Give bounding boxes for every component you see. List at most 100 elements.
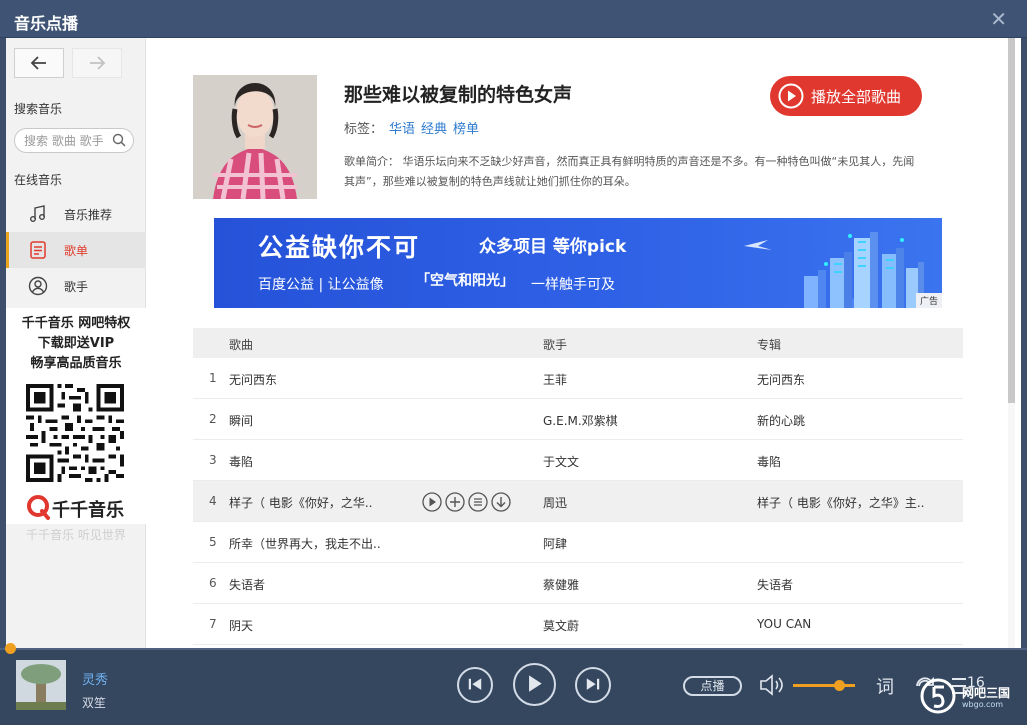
- now-playing-title[interactable]: 灵秀: [82, 669, 108, 688]
- album-thumbnail[interactable]: [16, 660, 66, 710]
- song-title[interactable]: 瞬间: [229, 412, 253, 429]
- column-header-artist: 歌手: [543, 338, 568, 352]
- row-number: 5: [209, 535, 217, 549]
- table-row[interactable]: 7 阴天 莫文蔚 YOU CAN: [193, 604, 963, 645]
- row-number: 3: [209, 453, 217, 467]
- scrollbar[interactable]: [1008, 38, 1015, 648]
- artist-name[interactable]: 王菲: [543, 371, 567, 388]
- album-name[interactable]: 失语者: [757, 576, 793, 593]
- previous-button[interactable]: [457, 667, 493, 703]
- table-row[interactable]: 2 瞬间 G.E.M.邓紫棋 新的心跳: [193, 399, 963, 440]
- column-header-song: 歌曲: [229, 338, 254, 352]
- playlist-description: 歌单简介： 华语乐坛向来不乏缺少好声音，然而真正具有鲜明特质的声音还是不多。有一…: [344, 155, 915, 188]
- volume-handle[interactable]: [834, 680, 845, 691]
- tag-link[interactable]: 经典: [421, 122, 447, 137]
- dianbo-icon[interactable]: [468, 492, 488, 512]
- sidebar-item-recommend[interactable]: 音乐推荐: [6, 196, 146, 232]
- play-all-button[interactable]: 播放全部歌曲: [770, 76, 922, 116]
- watermark: 网吧三国 wbgo.com: [918, 676, 1027, 716]
- table-row[interactable]: 5 所幸（世界再大，我走不出.. 阿肆: [193, 522, 963, 563]
- tag-link[interactable]: 榜单: [453, 122, 479, 137]
- playlist-tags: 标签： 华语 经典 榜单: [344, 118, 479, 137]
- online-music-heading: 在线音乐: [14, 173, 63, 187]
- sidebar-item-playlist[interactable]: 歌单: [6, 232, 146, 268]
- volume-slider[interactable]: [793, 684, 855, 687]
- dianbo-button[interactable]: 点播: [683, 676, 742, 696]
- table-row[interactable]: 3 毒陷 于文文 毒陷: [193, 440, 963, 481]
- song-title[interactable]: 所幸（世界再大，我走不出..: [229, 535, 381, 552]
- sidebar-item-label: 音乐推荐: [64, 208, 113, 222]
- singer-icon: [28, 276, 48, 296]
- player-bar: 灵秀 双笙 点播 词 16 网吧三国 wbgo.com: [0, 643, 1027, 725]
- back-button[interactable]: [14, 48, 64, 78]
- music-window: 搜索音乐 在线音乐 音乐推荐 歌单 歌手 千千音乐 网吧特权 下载即送VIP 畅…: [6, 38, 1021, 648]
- promo-line: 畅享高品质音乐: [30, 356, 122, 371]
- album-name[interactable]: 新的心跳: [757, 412, 805, 429]
- banner-subheadline: 众多项目 等你pick: [479, 237, 627, 257]
- banner-text: 百度公益 | 让公益像: [258, 277, 384, 293]
- ad-banner[interactable]: 公益缺你不可 众多项目 等你pick 百度公益 | 让公益像 「空气和阳光」 一…: [214, 218, 942, 308]
- sidebar: 搜索音乐 在线音乐 音乐推荐 歌单 歌手 千千音乐 网吧特权 下载即送VIP 畅…: [6, 38, 146, 648]
- promo-line: 下载即送VIP: [37, 336, 115, 351]
- tag-link[interactable]: 华语: [389, 122, 415, 137]
- ad-label: 广告: [915, 293, 942, 308]
- progress-bar[interactable]: [0, 643, 1027, 654]
- vip-promo[interactable]: 千千音乐 网吧特权 下载即送VIP 畅享高品质音乐 千千音乐: [6, 308, 146, 524]
- forward-button[interactable]: [72, 48, 122, 78]
- artist-name[interactable]: G.E.M.邓紫棋: [543, 412, 618, 429]
- album-name[interactable]: 无问西东: [757, 371, 805, 388]
- play-all-label: 播放全部歌曲: [811, 88, 902, 106]
- download-icon[interactable]: [491, 492, 511, 512]
- album-name[interactable]: 毒陷: [757, 453, 781, 470]
- city-illustration: [744, 232, 924, 308]
- volume-icon[interactable]: [758, 672, 786, 698]
- row-number: 4: [209, 494, 217, 508]
- scrollbar-thumb[interactable]: [1008, 38, 1015, 403]
- album-name[interactable]: 样子（ 电影《你好，之华》主..: [757, 494, 924, 511]
- song-title[interactable]: 毒陷: [229, 453, 253, 470]
- search-box[interactable]: [14, 128, 134, 153]
- artist-name[interactable]: 莫文蔚: [543, 617, 579, 634]
- song-title[interactable]: 无问西东: [229, 371, 277, 388]
- watermark-sub: wbgo.com: [962, 700, 1004, 709]
- album-art: [16, 660, 66, 710]
- row-number: 6: [209, 576, 217, 590]
- music-note-icon: [30, 205, 45, 222]
- arrow-right-icon: [90, 56, 106, 70]
- artist-name[interactable]: 阿肆: [543, 535, 567, 552]
- row-number: 2: [209, 412, 217, 426]
- album-name[interactable]: YOU CAN: [757, 617, 811, 631]
- search-icon[interactable]: [111, 132, 127, 148]
- song-title[interactable]: 样子（ 电影《你好，之华..: [229, 494, 372, 511]
- add-icon[interactable]: [445, 492, 465, 512]
- artist-name[interactable]: 蔡健雅: [543, 576, 579, 593]
- search-heading: 搜索音乐: [14, 102, 63, 116]
- song-title[interactable]: 阴天: [229, 617, 253, 634]
- sidebar-item-singer[interactable]: 歌手: [6, 268, 146, 304]
- song-title[interactable]: 失语者: [229, 576, 265, 593]
- row-number: 1: [209, 371, 217, 385]
- table-row[interactable]: 1 无问西东 王菲 无问西东: [193, 358, 963, 399]
- play-button[interactable]: [513, 663, 556, 706]
- play-icon[interactable]: [422, 492, 442, 512]
- qianqian-logo-icon: [27, 495, 50, 520]
- next-button[interactable]: [575, 667, 611, 703]
- slogan: 千千音乐 听见世界: [26, 528, 126, 542]
- close-icon[interactable]: ✕: [990, 7, 1007, 31]
- title-bar: 音乐点播 ✕: [0, 0, 1027, 38]
- playlist-title: 那些难以被复制的特色女声: [344, 84, 573, 106]
- brand-name: 千千音乐: [52, 500, 124, 521]
- table-row[interactable]: 4 样子（ 电影《你好，之华.. 周迅 样子（ 电影《你好，之华》主..: [193, 481, 963, 522]
- playlist-cover: [193, 75, 317, 199]
- search-input[interactable]: [24, 132, 112, 149]
- artist-name[interactable]: 于文文: [543, 453, 579, 470]
- table-row[interactable]: 6 失语者 蔡健雅 失语者: [193, 563, 963, 604]
- progress-handle[interactable]: [5, 643, 16, 654]
- now-playing-artist[interactable]: 双笙: [82, 694, 106, 711]
- previous-icon: [468, 678, 482, 690]
- lyrics-button[interactable]: 词: [876, 673, 894, 699]
- artist-name[interactable]: 周迅: [543, 494, 567, 511]
- next-icon: [586, 678, 600, 690]
- sidebar-item-label: 歌手: [64, 280, 89, 294]
- banner-headline: 公益缺你不可: [258, 233, 421, 262]
